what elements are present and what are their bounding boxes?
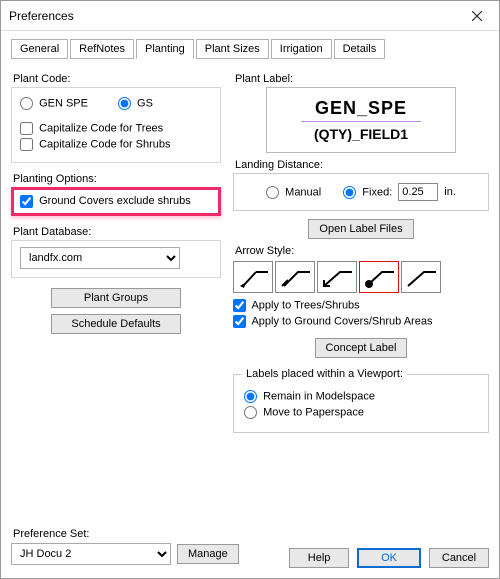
- viewport-legend: Labels placed within a Viewport:: [242, 368, 407, 380]
- landing-value-input[interactable]: [398, 183, 438, 201]
- tab-refnotes[interactable]: RefNotes: [70, 39, 134, 59]
- plant-code-group: GEN SPE GS Capitalize Code for Trees Cap…: [11, 87, 221, 163]
- radio-gs-label: GS: [137, 97, 153, 109]
- radio-manual[interactable]: Manual: [266, 186, 321, 199]
- window-title: Preferences: [9, 9, 74, 23]
- landing-distance-group: Manual Fixed: in.: [233, 173, 489, 211]
- plant-label-preview[interactable]: GEN_SPE (QTY)_FIELD1: [266, 87, 456, 153]
- preview-line2: (QTY)_FIELD1: [314, 126, 408, 142]
- checkbox-apply-trees[interactable]: Apply to Trees/Shrubs: [233, 299, 360, 312]
- radio-gen-spe[interactable]: GEN SPE: [20, 97, 88, 110]
- checkbox-cap-trees[interactable]: Capitalize Code for Trees: [20, 122, 163, 135]
- arrow-style-1[interactable]: [233, 261, 273, 293]
- checkbox-apply-gc[interactable]: Apply to Ground Covers/Shrub Areas: [233, 315, 432, 328]
- viewport-group: Labels placed within a Viewport: Remain …: [233, 374, 489, 433]
- checkbox-cap-shrubs[interactable]: Capitalize Code for Shrubs: [20, 138, 171, 151]
- cancel-button[interactable]: Cancel: [429, 548, 489, 568]
- checkbox-gc-exclude-label: Ground Covers exclude shrubs: [39, 195, 191, 207]
- radio-move-paperspace[interactable]: Move to Paperspace: [244, 406, 364, 419]
- help-button[interactable]: Help: [289, 548, 349, 568]
- pref-set-select[interactable]: JH Docu 2: [11, 543, 171, 565]
- tab-bar: General RefNotes Planting Plant Sizes Ir…: [11, 39, 489, 59]
- close-icon: [472, 11, 482, 21]
- tab-planting[interactable]: Planting: [136, 39, 194, 59]
- titlebar: Preferences: [1, 1, 499, 31]
- landing-unit: in.: [444, 186, 456, 198]
- radio-fixed-label: Fixed:: [362, 186, 392, 198]
- checkbox-gc-exclude[interactable]: Ground Covers exclude shrubs: [20, 195, 191, 207]
- radio-fixed[interactable]: Fixed:: [343, 186, 392, 199]
- arrow-style-swatches: [233, 261, 489, 293]
- arrow-style-3[interactable]: [317, 261, 357, 293]
- radio-move-label: Move to Paperspace: [263, 406, 364, 418]
- close-button[interactable]: [455, 1, 499, 31]
- tab-irrigation[interactable]: Irrigation: [271, 39, 332, 59]
- plant-database-group: landfx.com: [11, 240, 221, 278]
- schedule-defaults-button[interactable]: Schedule Defaults: [51, 314, 181, 334]
- checkbox-cap-shrubs-label: Capitalize Code for Shrubs: [39, 138, 170, 150]
- radio-remain-modelspace[interactable]: Remain in Modelspace: [244, 390, 375, 403]
- arrow-style-5[interactable]: [401, 261, 441, 293]
- pref-set-label: Preference Set:: [13, 528, 239, 540]
- arrow-style-2[interactable]: [275, 261, 315, 293]
- manage-button[interactable]: Manage: [177, 544, 239, 564]
- planting-options-label: Planting Options:: [13, 173, 221, 185]
- radio-remain-label: Remain in Modelspace: [263, 390, 375, 402]
- preview-divider: [301, 121, 421, 122]
- planting-options-group: Ground Covers exclude shrubs: [11, 187, 221, 216]
- tab-details[interactable]: Details: [334, 39, 386, 59]
- plant-groups-button[interactable]: Plant Groups: [51, 288, 181, 308]
- bottom-bar: Preference Set: JH Docu 2 Manage Help OK…: [11, 524, 489, 568]
- arrow-style-label: Arrow Style:: [235, 245, 489, 257]
- concept-label-button[interactable]: Concept Label: [315, 338, 408, 358]
- radio-manual-label: Manual: [285, 186, 321, 198]
- radio-gen-spe-label: GEN SPE: [39, 97, 88, 109]
- radio-gs[interactable]: GS: [118, 97, 153, 110]
- tab-plant-sizes[interactable]: Plant Sizes: [196, 39, 269, 59]
- plant-database-label: Plant Database:: [13, 226, 221, 238]
- plant-code-label: Plant Code:: [13, 73, 221, 85]
- checkbox-cap-trees-label: Capitalize Code for Trees: [39, 122, 163, 134]
- preview-line1: GEN_SPE: [315, 98, 407, 119]
- open-label-files-button[interactable]: Open Label Files: [308, 219, 413, 239]
- tab-general[interactable]: General: [11, 39, 68, 59]
- plant-database-select[interactable]: landfx.com: [20, 247, 180, 269]
- ok-button[interactable]: OK: [357, 548, 421, 568]
- landing-distance-label: Landing Distance:: [235, 159, 489, 171]
- checkbox-apply-trees-label: Apply to Trees/Shrubs: [251, 299, 359, 311]
- arrow-style-4[interactable]: [359, 261, 399, 293]
- checkbox-apply-gc-label: Apply to Ground Covers/Shrub Areas: [251, 315, 432, 327]
- plant-label-label: Plant Label:: [235, 73, 489, 85]
